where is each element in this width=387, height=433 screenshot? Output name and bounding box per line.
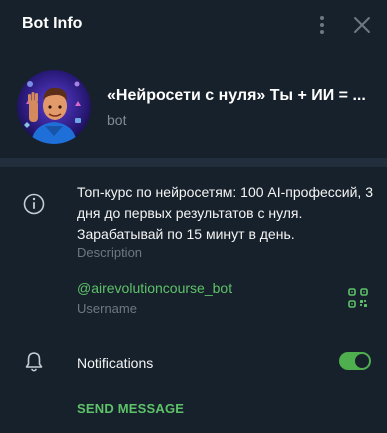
section-divider — [0, 158, 387, 167]
close-icon — [354, 17, 370, 33]
notifications-toggle[interactable] — [339, 352, 371, 370]
description-label: Description — [77, 245, 143, 260]
avatar[interactable] — [17, 70, 91, 144]
header: Bot Info — [0, 0, 387, 50]
description-text: Топ-курс по нейросетям: 100 AI-профессий… — [77, 184, 373, 242]
panel-title: Bot Info — [22, 15, 83, 32]
toggle-knob — [355, 354, 369, 368]
send-message-button[interactable]: SEND MESSAGE — [77, 401, 184, 416]
bell-icon — [25, 352, 43, 372]
bot-type-label: bot — [107, 112, 127, 128]
bot-info-panel: Bot Info «Нейросети с нуля» Ты + ИИ = ..… — [0, 0, 387, 433]
username-label: Username — [77, 301, 137, 316]
more-options-button[interactable] — [312, 13, 332, 37]
bot-name: «Нейросети с нуля» Ты + ИИ = ... — [107, 87, 366, 104]
vertical-dots-icon — [320, 16, 324, 34]
close-button[interactable] — [350, 13, 374, 37]
notifications-label: Notifications — [77, 355, 154, 371]
bot-avatar-image — [17, 70, 91, 144]
info-icon — [23, 193, 45, 215]
username-link[interactable]: @airevolutioncourse_bot — [77, 280, 232, 296]
qr-code-icon[interactable] — [347, 287, 369, 309]
